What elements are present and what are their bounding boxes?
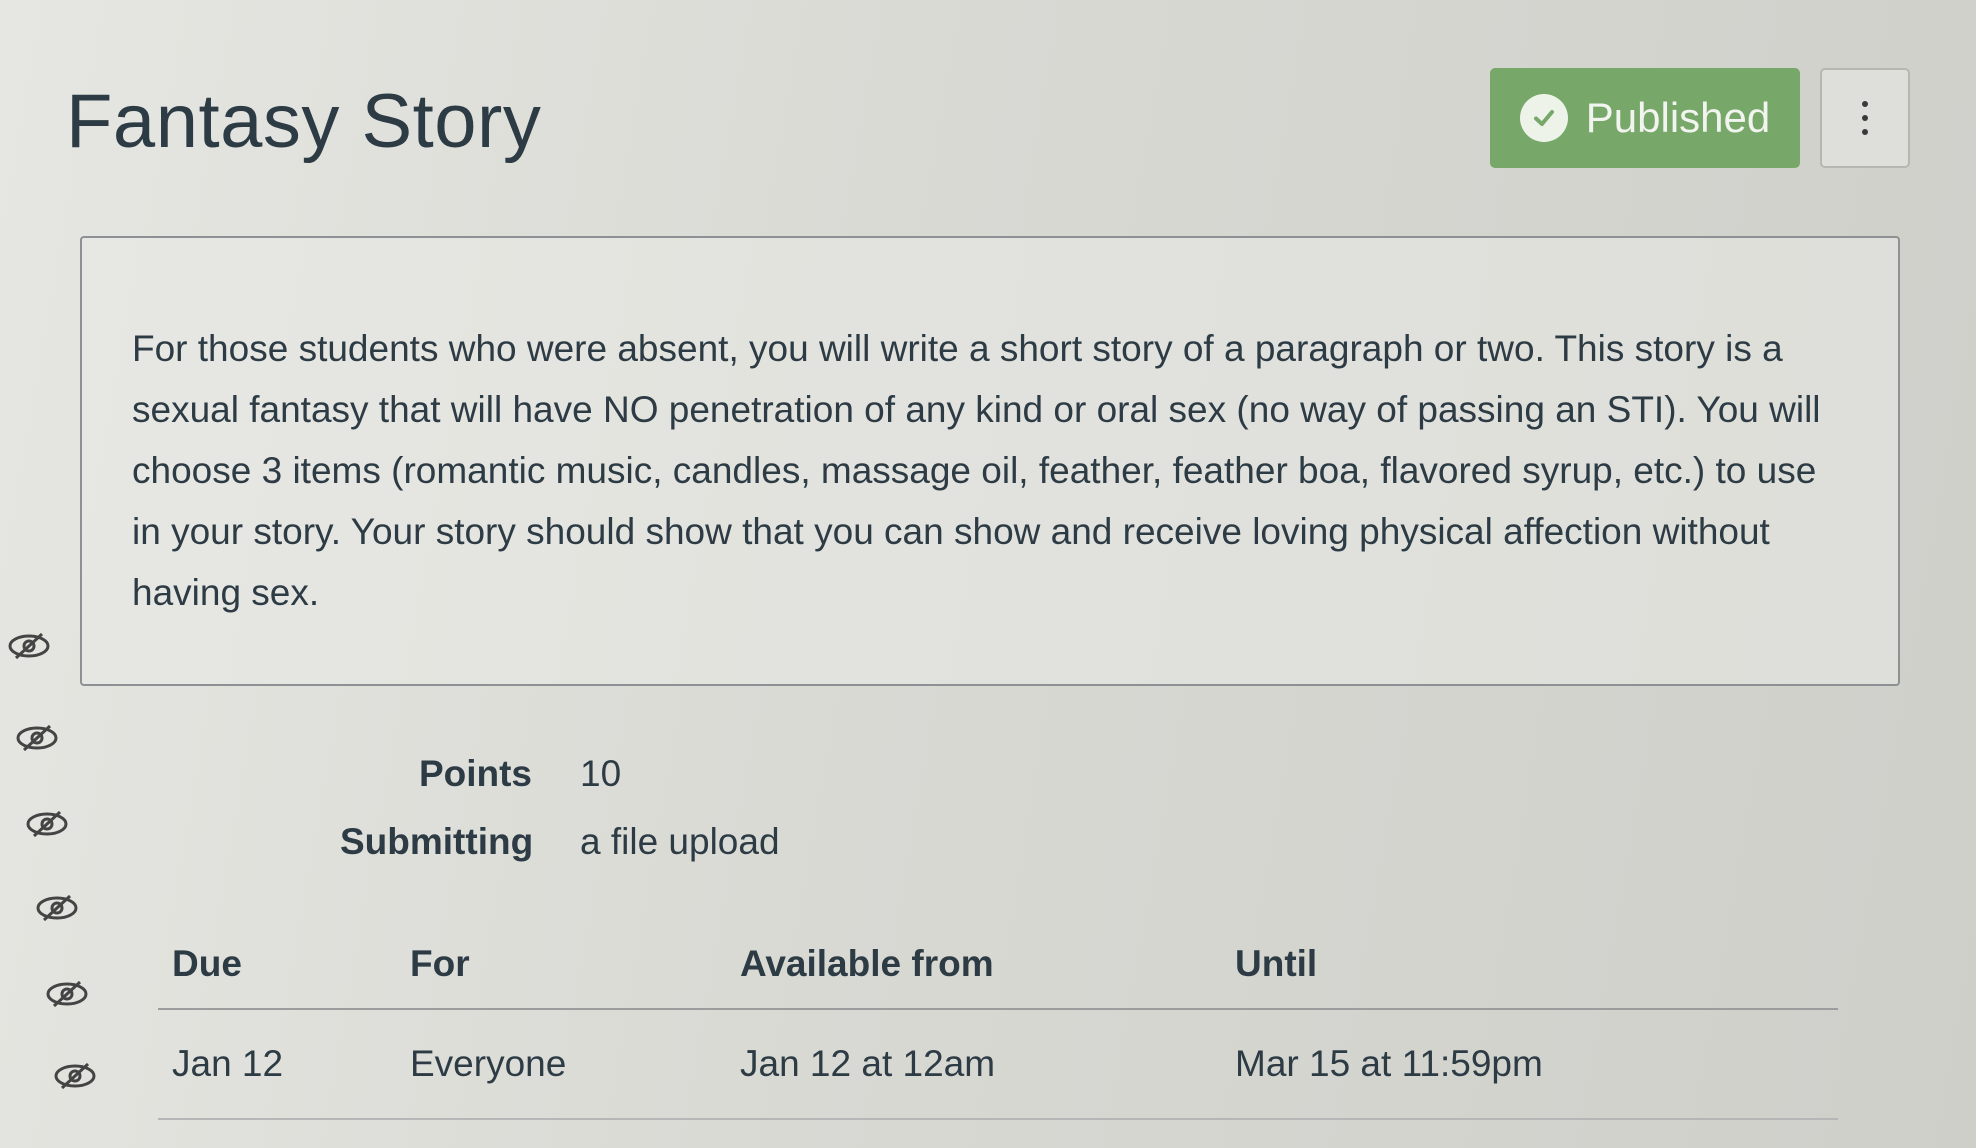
column-header-for: For	[410, 943, 470, 984]
submitting-label: Submitting	[340, 821, 534, 862]
eye-slash-icon[interactable]	[34, 892, 80, 924]
column-header-until: Until	[1235, 943, 1318, 984]
table-row: Jan 12 Everyone Jan 12 at 12am Mar 15 at…	[158, 1010, 1838, 1120]
visibility-icon-column	[6, 630, 96, 1120]
description-text: For those students who were absent, you …	[132, 328, 1821, 613]
kebab-menu-icon	[1862, 101, 1868, 135]
due-date-cell: Jan 12	[172, 1043, 284, 1084]
published-button[interactable]: Published	[1490, 68, 1800, 168]
submitting-value: a file upload	[580, 821, 780, 862]
column-header-available-from: Available from	[740, 943, 994, 984]
assigned-to-cell: Everyone	[410, 1043, 567, 1084]
eye-slash-icon[interactable]	[14, 722, 60, 754]
assignment-description: For those students who were absent, you …	[80, 236, 1900, 686]
submitting-row: Submitting a file upload	[340, 808, 780, 876]
eye-slash-icon[interactable]	[52, 1060, 98, 1092]
column-header-due: Due	[172, 943, 242, 984]
points-row: Points 10	[340, 740, 780, 808]
points-label: Points	[418, 753, 532, 794]
until-cell: Mar 15 at 11:59pm	[1235, 1043, 1543, 1084]
points-value: 10	[580, 753, 622, 794]
options-button[interactable]	[1820, 68, 1910, 168]
eye-slash-icon[interactable]	[6, 630, 52, 662]
available-from-cell: Jan 12 at 12am	[740, 1043, 996, 1084]
page-title: Fantasy Story	[66, 79, 542, 164]
assignment-details: Points 10 Submitting a file upload	[340, 740, 780, 876]
check-circle-icon	[1519, 94, 1568, 142]
dates-table: Due For Available from Until Jan 12 Ever…	[158, 920, 1838, 1120]
published-label: Published	[1585, 94, 1771, 141]
eye-slash-icon[interactable]	[24, 808, 70, 840]
dates-table-header: Due For Available from Until	[158, 920, 1838, 1010]
eye-slash-icon[interactable]	[44, 978, 90, 1010]
assignment-page: Fantasy Story Published For those studen…	[0, 0, 1976, 1148]
